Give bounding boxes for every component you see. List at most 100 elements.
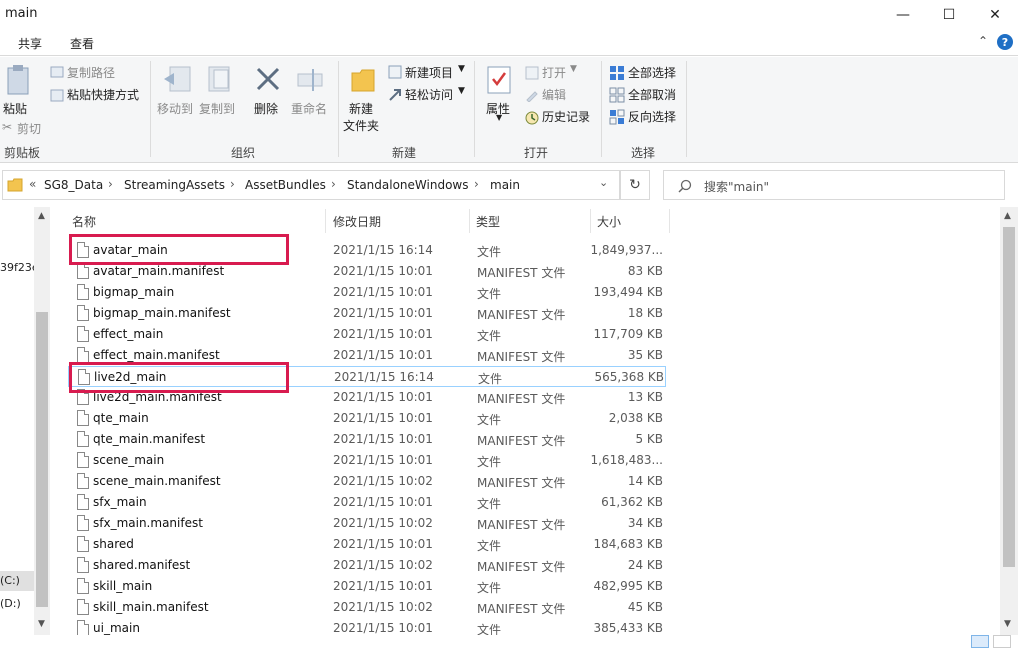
chevron-right-icon[interactable]: › [474, 177, 479, 191]
details-view-icon[interactable] [971, 635, 989, 648]
copy-path-icon [50, 66, 64, 78]
file-type: MANIFEST 文件 [477, 350, 566, 364]
breadcrumb-assetbundles[interactable]: AssetBundles [245, 178, 326, 192]
column-header-date[interactable]: 修改日期 [333, 213, 381, 230]
file-type: MANIFEST 文件 [477, 518, 566, 532]
minimize-button[interactable]: — [880, 0, 926, 30]
breadcrumb-standalonewindows[interactable]: StandaloneWindows [347, 178, 468, 192]
file-date: 2021/1/15 10:01 [333, 432, 433, 446]
address-bar[interactable]: « SG8_Data › StreamingAssets › AssetBund… [2, 170, 620, 200]
file-row[interactable]: bigmap_main 2021/1/15 10:01 文件 193,494 KB [68, 282, 666, 303]
file-row[interactable]: scene_main.manifest 2021/1/15 10:02 MANIFE… [68, 471, 666, 492]
file-name: bigmap_main.manifest [93, 306, 231, 320]
file-row[interactable]: qte_main.manifest 2021/1/15 10:01 MANIFEST… [68, 429, 666, 450]
help-icon[interactable]: ? [997, 34, 1013, 50]
select-all-button[interactable]: 全部选择 [628, 64, 676, 81]
rename-button[interactable]: 重命名 [291, 100, 327, 117]
file-size: 385,433 KB [593, 621, 663, 635]
history-button[interactable]: 历史记录 [542, 108, 590, 125]
file-list-scrollbar-thumb[interactable] [1003, 227, 1015, 567]
open-button[interactable]: 打开 [542, 64, 566, 81]
column-divider[interactable] [325, 209, 326, 233]
chevron-right-icon[interactable]: › [230, 177, 235, 191]
copy-path-button[interactable]: 复制路径 [67, 64, 115, 81]
tab-share[interactable]: 共享 [18, 35, 42, 52]
chevron-down-icon[interactable]: ▼ [496, 113, 502, 122]
chevron-right-icon[interactable]: › [331, 177, 336, 191]
paste-shortcut-button[interactable]: 粘贴快捷方式 [67, 86, 139, 103]
paste-button[interactable]: 粘贴 [3, 100, 27, 117]
collapse-ribbon-icon[interactable]: ⌃ [978, 34, 988, 48]
search-input[interactable]: 搜索"main" [704, 178, 769, 195]
file-type: 文件 [477, 539, 502, 553]
scroll-up-icon[interactable]: ▲ [1004, 211, 1011, 221]
file-icon [77, 263, 89, 279]
file-name: sfx_main [93, 495, 147, 509]
group-label-open: 打开 [524, 146, 549, 160]
copy-to-button[interactable]: 复制到 [199, 100, 235, 117]
close-button[interactable]: ✕ [972, 0, 1018, 30]
address-dropdown-icon[interactable]: ⌄ [599, 176, 608, 189]
file-row[interactable]: skill_main.manifest 2021/1/15 10:02 MANIFE… [68, 597, 666, 618]
invert-selection-button[interactable]: 反向选择 [628, 108, 676, 125]
file-row[interactable]: scene_main 2021/1/15 10:01 文件 1,618,483... [68, 450, 666, 471]
file-row[interactable]: ui_main 2021/1/15 10:01 文件 385,433 KB [68, 618, 666, 635]
nav-item-partial[interactable]: 39f23e [0, 261, 39, 274]
group-divider [686, 61, 687, 157]
chevron-down-icon[interactable]: ▼ [458, 86, 465, 96]
file-icon [77, 599, 89, 615]
cut-button[interactable]: 剪切 [17, 120, 41, 137]
file-size: 45 KB [627, 600, 663, 614]
edit-button[interactable]: 编辑 [542, 86, 566, 103]
move-to-button[interactable]: 移动到 [157, 100, 193, 117]
new-folder-button[interactable]: 新建 [349, 100, 373, 117]
window-title: main [5, 6, 38, 21]
file-row[interactable]: skill_main 2021/1/15 10:01 文件 482,995 KB [68, 576, 666, 597]
file-type: 文件 [477, 497, 502, 511]
column-header-type[interactable]: 类型 [476, 213, 500, 230]
file-row[interactable]: sfx_main.manifest 2021/1/15 10:02 MANIFEST… [68, 513, 666, 534]
file-row[interactable]: shared 2021/1/15 10:01 文件 184,683 KB [68, 534, 666, 555]
select-none-button[interactable]: 全部取消 [628, 86, 676, 103]
column-header-name[interactable]: 名称 [72, 213, 96, 230]
nav-item-drive-c[interactable]: (C:) [0, 571, 34, 591]
file-row[interactable]: bigmap_main.manifest 2021/1/15 10:01 MANIF… [68, 303, 666, 324]
breadcrumb-streamingassets[interactable]: StreamingAssets [124, 178, 225, 192]
file-row[interactable]: shared.manifest 2021/1/15 10:02 MANIFEST 文… [68, 555, 666, 576]
chevron-down-icon[interactable]: ▼ [570, 64, 577, 74]
file-size: 14 KB [627, 474, 663, 488]
file-type: 文件 [477, 581, 502, 595]
overflow-crumb[interactable]: « [29, 177, 36, 191]
search-box[interactable]: 搜索"main" [663, 170, 1005, 200]
file-icon [77, 452, 89, 468]
scroll-down-icon[interactable]: ▼ [38, 619, 45, 629]
scroll-down-icon[interactable]: ▼ [1004, 619, 1011, 629]
file-size: 565,368 KB [594, 370, 664, 384]
maximize-button[interactable]: ☐ [926, 0, 972, 30]
file-list-scrollbar[interactable]: ▲ ▼ [1000, 207, 1018, 635]
easy-access-button[interactable]: 轻松访问 [405, 86, 453, 103]
nav-scrollbar-thumb[interactable] [36, 312, 48, 607]
search-icon [678, 179, 692, 193]
tab-view[interactable]: 查看 [70, 35, 94, 52]
column-header-size[interactable]: 大小 [597, 213, 621, 230]
column-divider[interactable] [469, 209, 470, 233]
chevron-down-icon[interactable]: ▼ [458, 64, 465, 74]
breadcrumb-sg8-data[interactable]: SG8_Data [44, 178, 103, 192]
delete-button[interactable]: 删除 [254, 100, 278, 117]
column-divider[interactable] [669, 209, 670, 233]
nav-item-drive-d[interactable]: (D:) [0, 597, 21, 610]
file-row[interactable]: effect_main 2021/1/15 10:01 文件 117,709 KB [68, 324, 666, 345]
new-item-button[interactable]: 新建项目 [405, 64, 453, 81]
column-divider[interactable] [590, 209, 591, 233]
file-row[interactable]: qte_main 2021/1/15 10:01 文件 2,038 KB [68, 408, 666, 429]
file-row[interactable]: sfx_main 2021/1/15 10:01 文件 61,362 KB [68, 492, 666, 513]
refresh-button[interactable]: ↻ [620, 170, 650, 200]
large-icons-view-icon[interactable] [993, 635, 1011, 648]
group-label-select: 选择 [631, 146, 656, 160]
breadcrumb-main[interactable]: main [490, 178, 520, 192]
chevron-right-icon[interactable]: › [108, 177, 113, 191]
scroll-up-icon[interactable]: ▲ [38, 211, 45, 221]
file-type: MANIFEST 文件 [477, 602, 566, 616]
scissors-icon: ✂ [2, 120, 13, 134]
